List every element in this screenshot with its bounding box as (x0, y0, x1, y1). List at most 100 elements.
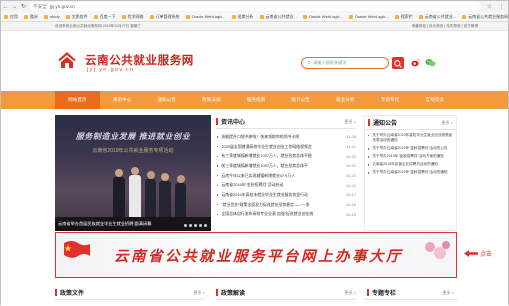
policy-more-link[interactable]: 更多 > (194, 290, 205, 296)
bullet-icon (368, 172, 370, 174)
banner-figure-head (176, 175, 185, 183)
bookmark-item[interactable]: 坐席分析 (231, 14, 254, 20)
notice-list-item[interactable]: 关于举办云南省2019年“金秋招聘月”活动的通知 (368, 170, 453, 175)
notice-list: 关于举办云南省2019年高校毕业生就业创业政策宣传周活动的通知关于举办云南省20… (365, 130, 456, 176)
news-header: 资讯中心 更多 > (216, 115, 356, 129)
bookmark-item[interactable]: 云南省公共就业... (259, 14, 297, 20)
notice-more-link[interactable]: 更多 > (442, 120, 453, 126)
bullet-icon (368, 156, 370, 158)
bookmark-item[interactable]: 酷米 (24, 14, 38, 20)
bookmark-icon (4, 14, 8, 19)
bookmark-item[interactable]: 云南省公共就业服务网 (462, 14, 508, 20)
banner-figure (145, 179, 156, 217)
nav-item[interactable]: 政策法规 (189, 91, 234, 109)
news-item-date: 10-21 (346, 173, 356, 179)
news-list-item[interactable]: 云南今年以来已实现城镇新增就业47.9万人 10-21 (216, 171, 356, 181)
welcome-text: 欢迎来到云南公共就业服务网 2019年11月27日 星期三 (55, 23, 141, 28)
bookmark-item[interactable]: Oracle WebLogic... (302, 14, 343, 19)
news-more-link[interactable]: 更多 > (345, 119, 356, 125)
bullet-icon (217, 203, 219, 206)
news-item-date: 10-21 (346, 182, 356, 188)
search-input[interactable]: ⌕ 请输入搜索关键字 (301, 57, 389, 69)
bullet-icon (217, 184, 219, 186)
banner-slogan: 服务制造业发展 推进就业创业 (75, 132, 191, 141)
news-list-item[interactable]: 前三季度城镇新增就业1097万人，就业形势总体平 10-21 (216, 161, 356, 171)
site-header: 云南公共就业服务网 jyj.yn.gov.cn ⌕ 请输入搜索关键字 (1, 31, 508, 89)
content-area: 服务制造业发展 推进就业创业 云南省2019年公共就业服务专项活动 云南省举办首… (1, 109, 508, 306)
nav-item[interactable]: 互动交流 (412, 91, 457, 109)
bookmark-item[interactable]: 百度一下 (93, 14, 116, 20)
bookmark-item[interactable]: 优学网络 (121, 14, 144, 20)
nav-item[interactable]: 网站首页 (55, 91, 100, 109)
news-list-item[interactable]: 有三季度城镇新增就业1097万人，就业形势总体平稳 10-23 (216, 151, 356, 161)
bookmark-item[interactable]: 应用 (4, 14, 18, 20)
news-list-item[interactable]: 2020届全国普通高校毕业生就业创业工作网络视频会 11-21 (216, 142, 356, 152)
bookmark-item[interactable]: study (44, 14, 60, 19)
nav-item[interactable]: 资讯中心 (100, 91, 145, 109)
search-button[interactable] (392, 57, 404, 69)
news-item-date: 11-21 (346, 144, 356, 150)
banner-figure (159, 181, 171, 217)
bookmark-icon (302, 14, 307, 19)
topics-more-link[interactable]: 更多 > (443, 290, 454, 296)
bookmark-icon (65, 14, 70, 19)
news-list-item[interactable]: 技能提升口袋书来啦！快来领取你的领书卡吧 11-26 (216, 132, 356, 142)
site-logo-icon[interactable] (57, 51, 77, 69)
news-list: 技能提升口袋书来啦！快来领取你的领书卡吧 11-26 2020届全国普通高校毕业生就… (216, 132, 356, 219)
bookmark-icon (259, 14, 264, 19)
nav-item[interactable]: 就业分析 (323, 91, 368, 109)
bookmark-icon (231, 14, 236, 19)
notice-title: 通知公告 (368, 118, 397, 127)
notice-list-item[interactable]: 关于举办云南省2019年“金秋招聘月”活动的公告 (368, 146, 453, 151)
bookmark-item[interactable]: Oracle WebLogic... (185, 14, 226, 19)
news-list-item[interactable]: 云南省2019年“金秋招聘月”活动启动 10-21 (216, 180, 356, 190)
news-item-title: 全国总体自行发布高校专业业表 加强“促进就业创业统 (221, 211, 314, 217)
online-service-hall-banner[interactable]: 云南省公共就业服务平台网上办事大厅 (55, 232, 457, 278)
topbar-links[interactable]: 收藏网站 | 设为首页 | 站内导航 | 官方微博 (412, 24, 478, 29)
reload-icon[interactable]: ↻ (19, 2, 28, 11)
bookmark-item[interactable]: Oracle WebLogic... (348, 14, 389, 19)
news-list-item[interactable]: 云南省2019年高校未就业毕业生就业服务攻坚行动 10-17 (216, 190, 356, 200)
notice-list-item[interactable]: 云南省2019年民营企业招聘月活动的通知 (368, 162, 453, 167)
news-center: 资讯中心 更多 > 技能提升口袋书来啦！快来领取你的领书卡吧 11-26 2020届… (216, 115, 356, 231)
notice-item-title: 关于举办云南省2019年“金秋招聘月”活动的通知 (372, 170, 448, 175)
wechat-icon[interactable] (425, 58, 436, 67)
menu-icon[interactable]: ⋮ (497, 2, 506, 11)
bookmark-item[interactable]: 文思软件 (65, 14, 88, 20)
url-input[interactable]: 不安全 jyj.yn.gov.cn (29, 2, 481, 11)
bookmark-item[interactable]: 搜索栏 (394, 14, 413, 20)
notice-list-item[interactable]: 关于举办云南省2019年高校毕业生就业创业政策宣传周活动的通知 (368, 133, 453, 143)
bookmark-icon (121, 14, 126, 19)
main-nav: 网站首页 资讯中心 通知公告 政策法规 服务指南 统计公告 就业分析 专题专栏 互动交流 (1, 91, 508, 109)
nav-item[interactable]: 通知公告 (144, 91, 189, 109)
bookmark-icon (24, 14, 28, 19)
star-icon[interactable]: ☆ (485, 2, 494, 11)
notice-item-title: 云南省2019年民营企业招聘月活动的通知 (372, 162, 438, 167)
news-item-date: 10-21 (346, 163, 356, 169)
back-icon[interactable]: ← (1, 2, 10, 11)
banner-figure (113, 177, 125, 217)
notice-panel: 通知公告 更多 > 关于举办云南省2019年高校毕业生就业创业政策宣传周活动的通… (364, 115, 457, 231)
nav-item[interactable]: 服务指南 (234, 91, 279, 109)
weibo-icon[interactable] (411, 58, 420, 67)
banner-figure-head (161, 173, 169, 181)
news-carousel[interactable]: 服务制造业发展 推进就业创业 云南省2019年公共就业服务专项活动 云南省举办首… (55, 115, 211, 231)
news-list-item[interactable]: 全国总体自行发布高校专业业表 加强“促进就业创业统 10-15 (216, 210, 356, 220)
interpret-more-link[interactable]: 更多 > (345, 290, 356, 296)
nav-item[interactable]: 统计公告 (278, 91, 323, 109)
online-service-hall-text: 云南省公共就业服务平台网上办事大厅 (114, 248, 403, 265)
bookmark-item[interactable]: 云南省公共就业... (418, 14, 456, 20)
bookmark-icon (418, 14, 423, 19)
bookmark-item[interactable]: 订单管理系统 (149, 14, 180, 20)
bullet-icon (217, 155, 219, 157)
topics-title: 专题专栏 (372, 291, 397, 297)
notice-list-item[interactable]: 关于举办2019年“金秋招聘月”活动方案的通知 (368, 154, 453, 159)
news-list-item[interactable]: “就业优先”政策全面发力促进就业形势稳定——一季 10-16 (216, 200, 356, 210)
nav-item[interactable]: 专题专栏 (368, 91, 413, 109)
bookmark-icon (185, 14, 190, 19)
banner-figure-head (146, 171, 155, 179)
flag-icon (64, 241, 90, 258)
policy-interpret-title: 政策解读 (221, 291, 246, 297)
carousel-dots[interactable] (182, 224, 207, 227)
forward-icon[interactable]: → (10, 2, 19, 11)
